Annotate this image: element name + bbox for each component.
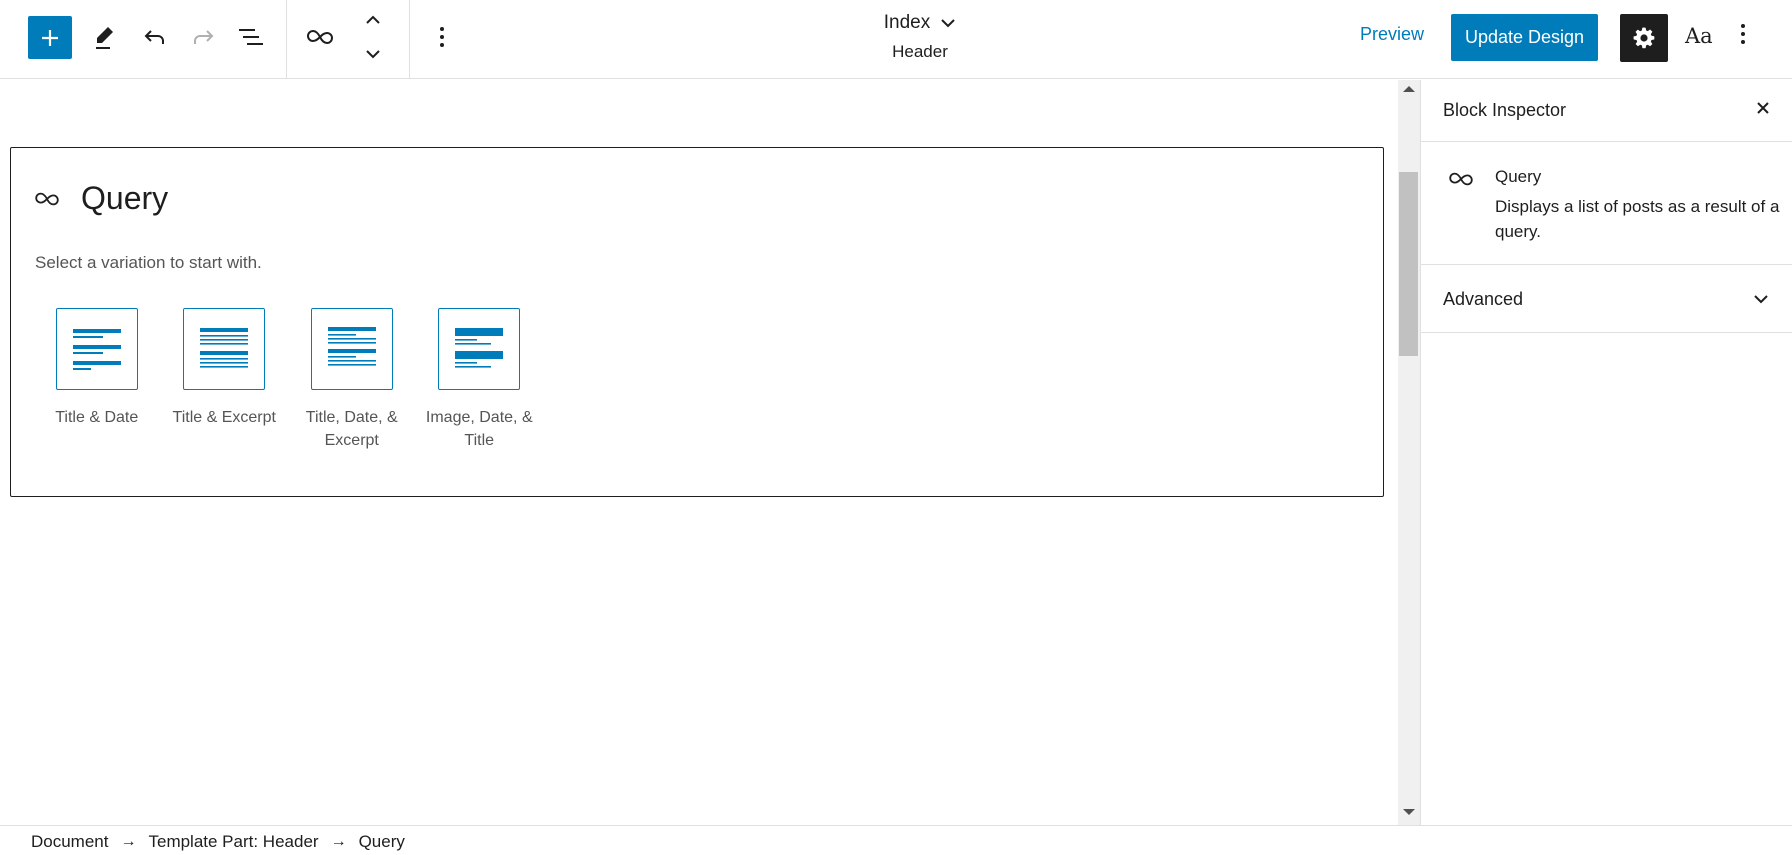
redo-icon <box>194 30 214 44</box>
title-excerpt-pattern-icon <box>200 328 249 368</box>
chevron-up-icon <box>366 15 380 24</box>
toolbar-divider <box>286 0 287 79</box>
block-card-description: Displays a list of posts as a result of … <box>1495 197 1780 241</box>
variation-title-excerpt-icon[interactable] <box>183 308 266 390</box>
query-loop-icon <box>35 192 59 205</box>
move-up-button[interactable] <box>360 10 386 30</box>
canvas-scrollbar[interactable] <box>1398 80 1420 825</box>
sidebar-title: Block Inspector <box>1443 100 1567 120</box>
editor-header: Index Header Preview Update Design Aa <box>0 0 1792 79</box>
block-card: Query Displays a list of posts as a resu… <box>1421 142 1792 265</box>
move-down-button[interactable] <box>360 44 386 64</box>
update-design-button[interactable]: Update Design <box>1451 14 1598 61</box>
breadcrumb-item-query[interactable]: Query <box>359 832 405 852</box>
undo-button[interactable] <box>140 22 170 52</box>
scroll-down-arrow-icon[interactable] <box>1403 809 1415 815</box>
tools-button[interactable] <box>90 22 120 52</box>
settings-button[interactable] <box>1620 14 1668 62</box>
undo-icon <box>144 30 164 44</box>
variation-image-date-title-icon[interactable] <box>438 308 521 390</box>
sidebar-header: Block Inspector <box>1421 80 1792 142</box>
variation-label: Title & Excerpt <box>172 409 276 426</box>
toolbar-divider <box>409 0 410 79</box>
query-block-title: Query <box>81 180 169 216</box>
scrollbar-thumb[interactable] <box>1399 172 1418 356</box>
add-block-button[interactable] <box>28 16 72 59</box>
block-inspector-sidebar: Block Inspector Query Displays a list of… <box>1420 80 1792 825</box>
advanced-panel-label: Advanced <box>1443 289 1524 309</box>
chevron-down-icon <box>1754 295 1768 304</box>
chevron-down-icon <box>366 50 380 59</box>
title-date-pattern-icon <box>72 329 121 370</box>
close-icon <box>1757 102 1769 114</box>
block-card-title: Query <box>1495 167 1542 186</box>
query-block-placeholder[interactable]: Query Select a variation to start with. … <box>10 147 1384 497</box>
advanced-panel-toggle[interactable]: Advanced <box>1421 265 1792 333</box>
variation-title-date-excerpt-icon[interactable] <box>310 308 393 390</box>
breadcrumb-separator: → <box>330 833 347 850</box>
breadcrumb-item-document[interactable]: Document <box>31 832 108 852</box>
document-title-dropdown[interactable]: Index Header <box>860 10 980 62</box>
document-title: Index <box>883 12 931 33</box>
close-sidebar-button[interactable] <box>1755 100 1771 121</box>
breadcrumb-item-template-part[interactable]: Template Part: Header <box>148 832 318 852</box>
block-breadcrumb-bar: Document → Template Part: Header → Query <box>0 825 1792 855</box>
plus-icon <box>42 29 58 46</box>
more-vertical-icon <box>440 27 444 47</box>
query-block-instructions: Select a variation to start with. <box>35 253 262 272</box>
query-loop-icon <box>307 29 333 45</box>
breadcrumb: Document → Template Part: Header → Query <box>31 832 405 852</box>
block-type-button[interactable] <box>305 22 335 52</box>
document-subtitle: Header <box>892 42 948 61</box>
image-date-title-pattern-icon <box>455 328 504 368</box>
breadcrumb-separator: → <box>120 833 137 850</box>
variation-title-date-excerpt[interactable]: Title, Date, & Excerpt <box>288 308 416 452</box>
scroll-up-arrow-icon[interactable] <box>1403 86 1415 92</box>
redo-button[interactable] <box>188 22 218 52</box>
styles-button[interactable]: Aa <box>1685 24 1713 48</box>
chevron-down-icon <box>941 19 955 28</box>
variation-label: Title & Date <box>55 409 139 426</box>
title-date-excerpt-pattern-icon <box>327 327 376 366</box>
variation-title-date[interactable]: Title & Date <box>33 308 161 452</box>
editor-canvas[interactable]: Query Select a variation to start with. … <box>0 80 1398 825</box>
variation-title-excerpt[interactable]: Title & Excerpt <box>161 308 289 452</box>
block-options-button[interactable] <box>430 22 454 52</box>
gear-icon <box>1633 27 1655 49</box>
list-view-icon <box>239 29 263 45</box>
variation-label: Title, Date, & Excerpt <box>305 409 398 449</box>
query-loop-icon <box>1449 172 1473 186</box>
variation-label: Image, Date, & Title <box>425 409 533 449</box>
preview-button[interactable]: Preview <box>1360 24 1424 45</box>
variation-picker: Title & Date Title & Excerpt Title, Date… <box>33 308 543 452</box>
more-menu-button[interactable] <box>1740 22 1746 51</box>
list-view-button[interactable] <box>236 22 266 52</box>
variation-image-date-title[interactable]: Image, Date, & Title <box>416 308 544 452</box>
variation-title-date-icon[interactable] <box>55 308 138 390</box>
pencil-icon <box>96 27 113 49</box>
more-vertical-icon <box>1741 24 1745 44</box>
